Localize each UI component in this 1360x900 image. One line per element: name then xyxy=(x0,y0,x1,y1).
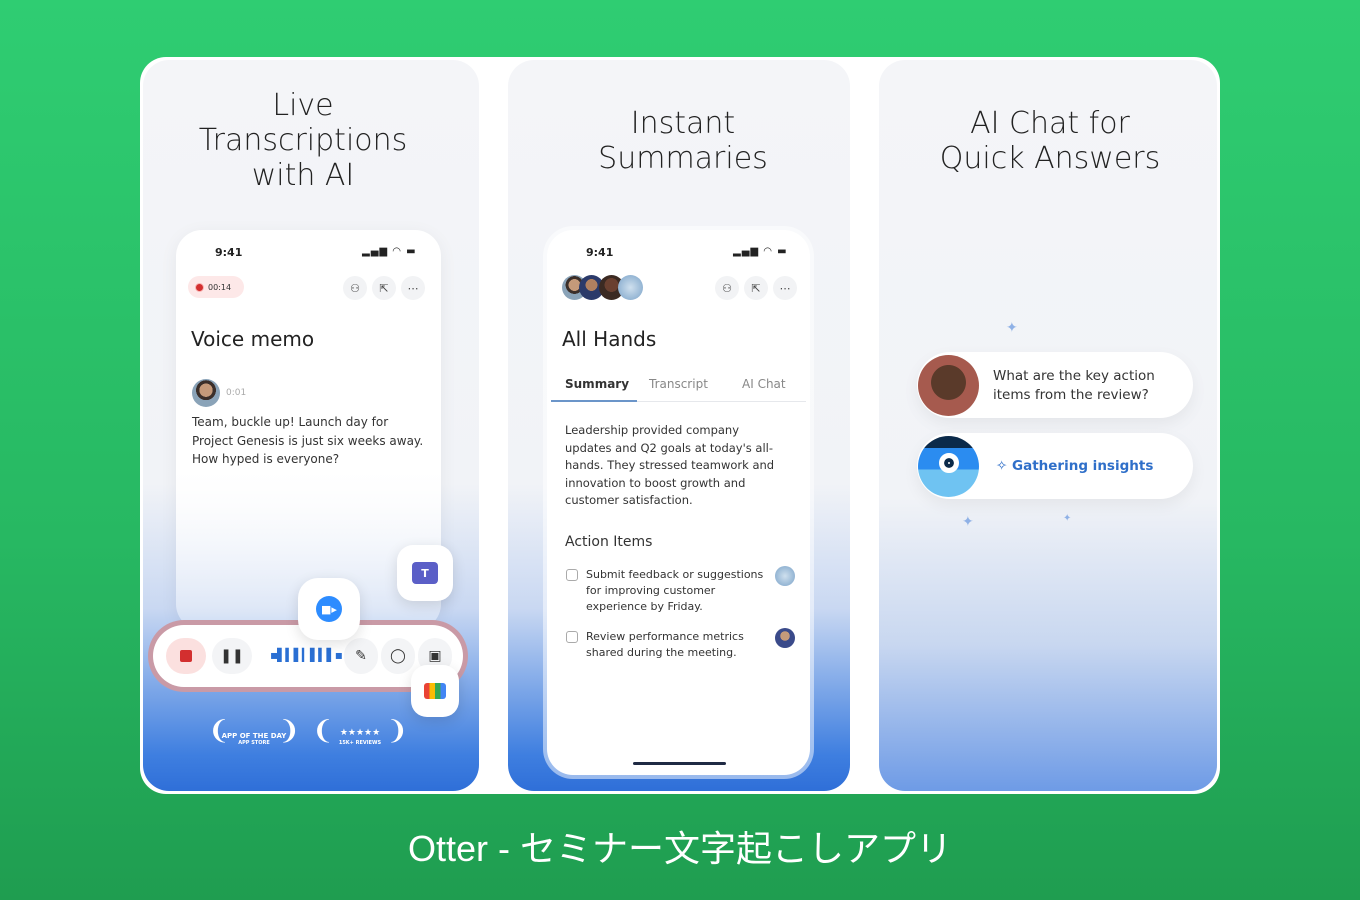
google-meet-icon xyxy=(424,683,446,699)
add-person-icon[interactable]: ⚇ xyxy=(343,276,367,300)
image-icon: ▣ xyxy=(428,648,442,664)
add-person-icon[interactable]: ⚇ xyxy=(715,276,739,300)
summary-text: Leadership provided company updates and Q… xyxy=(565,423,775,507)
stop-button[interactable] xyxy=(166,638,206,674)
zoom-icon: ■▸ xyxy=(316,596,342,622)
tab-transcript[interactable]: Transcript xyxy=(649,377,708,391)
action-item-text: Review performance metrics shared during … xyxy=(586,630,744,659)
active-tab-indicator xyxy=(551,400,637,402)
teams-icon: T xyxy=(412,562,438,584)
recording-time: 00:14 xyxy=(208,282,232,292)
recording-indicator[interactable]: 00:14 xyxy=(188,276,244,298)
status-icons: ▂▄▆ ◠ ▬ xyxy=(733,246,788,257)
action-item-checkbox[interactable] xyxy=(566,631,578,643)
status-icons: ▂▄▆ ◠ ▬ xyxy=(362,246,417,257)
app-caption: Otter - セミナー文字起こしアプリ xyxy=(407,828,952,869)
share-icon[interactable]: ⇱ xyxy=(372,276,396,300)
teams-integration: T xyxy=(397,545,453,601)
highlight-icon: ✎ xyxy=(355,648,367,664)
speaker-time: 0:01 xyxy=(226,388,247,398)
pause-button[interactable]: ❚❚ xyxy=(212,638,252,674)
sparkle-icon: ✦ xyxy=(1063,513,1072,524)
transcript-text: Team, buckle up! Launch day for Project G… xyxy=(192,415,424,466)
sparkle-icon: ✧ xyxy=(996,458,1013,474)
status-time: 9:41 xyxy=(215,246,243,259)
more-icon[interactable]: ⋯ xyxy=(773,276,797,300)
speaker-avatar xyxy=(192,379,220,407)
assignee-avatar xyxy=(775,628,795,648)
status-time: 9:41 xyxy=(586,246,614,259)
card-title: Instant Summaries xyxy=(598,106,768,176)
comment-icon: ◯ xyxy=(390,648,406,664)
award-reviews: ❨ ❩ ★★★★★ 15K+ REVIEWS xyxy=(312,716,408,746)
user-avatar xyxy=(918,355,979,416)
action-items-title: Action Items xyxy=(565,534,653,550)
action-item-text: Submit feedback or suggestions for improv… xyxy=(586,568,764,613)
comment-button[interactable]: ◯ xyxy=(381,638,415,674)
record-dot-icon xyxy=(195,282,204,292)
otter-eye-icon xyxy=(938,452,959,473)
chat-question: What are the key action items from the re… xyxy=(993,368,1155,403)
action-item-checkbox[interactable] xyxy=(566,569,578,581)
participant-avatar xyxy=(618,275,643,300)
more-icon[interactable]: ⋯ xyxy=(401,276,425,300)
home-indicator xyxy=(633,762,726,765)
meet-integration xyxy=(411,665,459,717)
sparkle-icon: ✦ xyxy=(1006,320,1018,336)
stop-icon xyxy=(180,650,192,662)
waveform-icon: ▪▌▍▌▎▌▍▌▪ xyxy=(270,648,343,662)
note-title: Voice memo xyxy=(191,327,315,351)
share-icon[interactable]: ⇱ xyxy=(744,276,768,300)
tab-summary[interactable]: Summary xyxy=(565,377,629,391)
award-app-of-the-day: ❨ ❩ APP OF THE DAY APP STORE xyxy=(208,716,300,746)
assignee-avatar xyxy=(775,566,795,586)
note-title: All Hands xyxy=(562,327,657,351)
card-title: AI Chat for Quick Answers xyxy=(939,106,1161,176)
tab-ai-chat[interactable]: AI Chat xyxy=(742,377,786,391)
card-title: Live Transcriptions with AI xyxy=(198,88,408,193)
zoom-integration: ■▸ xyxy=(298,578,360,640)
otter-bot-avatar xyxy=(918,436,979,497)
pause-icon: ❚❚ xyxy=(220,648,244,664)
highlight-button[interactable]: ✎ xyxy=(344,638,378,674)
chat-status: ✧ Gathering insights xyxy=(996,458,1154,474)
sparkle-icon: ✦ xyxy=(962,514,974,530)
